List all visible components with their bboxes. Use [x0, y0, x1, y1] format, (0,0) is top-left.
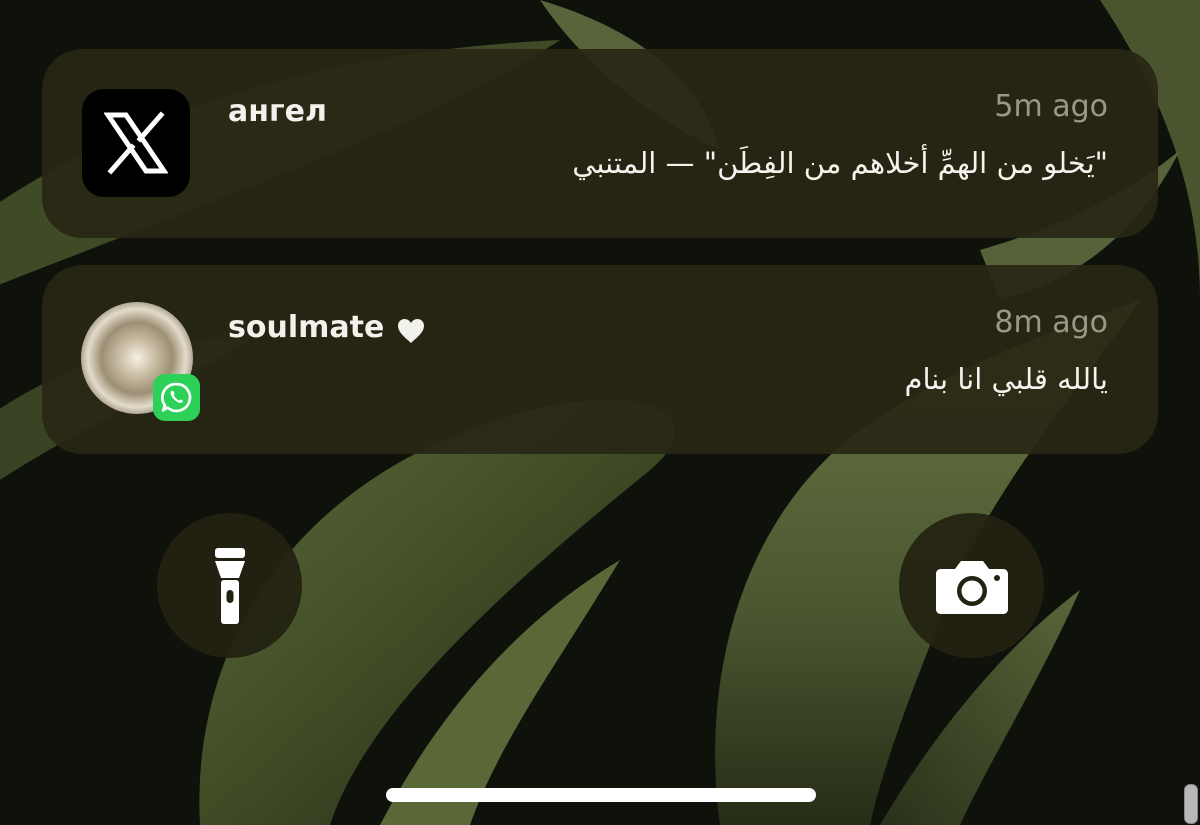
- flashlight-button[interactable]: [157, 513, 302, 658]
- home-indicator[interactable]: [386, 788, 816, 802]
- whatsapp-icon: [161, 382, 192, 413]
- notification-card-soulmate[interactable]: soulmate 8m ago يالله قلبي انا بنام: [42, 265, 1158, 454]
- whatsapp-badge: [153, 374, 200, 421]
- notification-body: يالله قلبي انا بنام: [904, 362, 1108, 396]
- notification-card-angel[interactable]: ангел 5m ago "يَخلو من الهمِّ أخلاهم من …: [42, 49, 1158, 238]
- notification-time: 5m ago: [994, 89, 1108, 124]
- notification-body: "يَخلو من الهمِّ أخلاهم من الفِطَن" — ال…: [572, 146, 1108, 180]
- x-logo-icon: [104, 111, 168, 175]
- camera-icon: [936, 561, 1008, 614]
- notification-title: ангел: [228, 94, 327, 129]
- notification-title: soulmate: [228, 310, 385, 345]
- scrollbar-thumb[interactable]: [1184, 784, 1198, 824]
- heart-icon: [398, 319, 424, 343]
- notification-time: 8m ago: [994, 305, 1108, 340]
- flashlight-icon: [215, 548, 245, 624]
- camera-button[interactable]: [899, 513, 1044, 658]
- x-app-icon: [82, 89, 190, 197]
